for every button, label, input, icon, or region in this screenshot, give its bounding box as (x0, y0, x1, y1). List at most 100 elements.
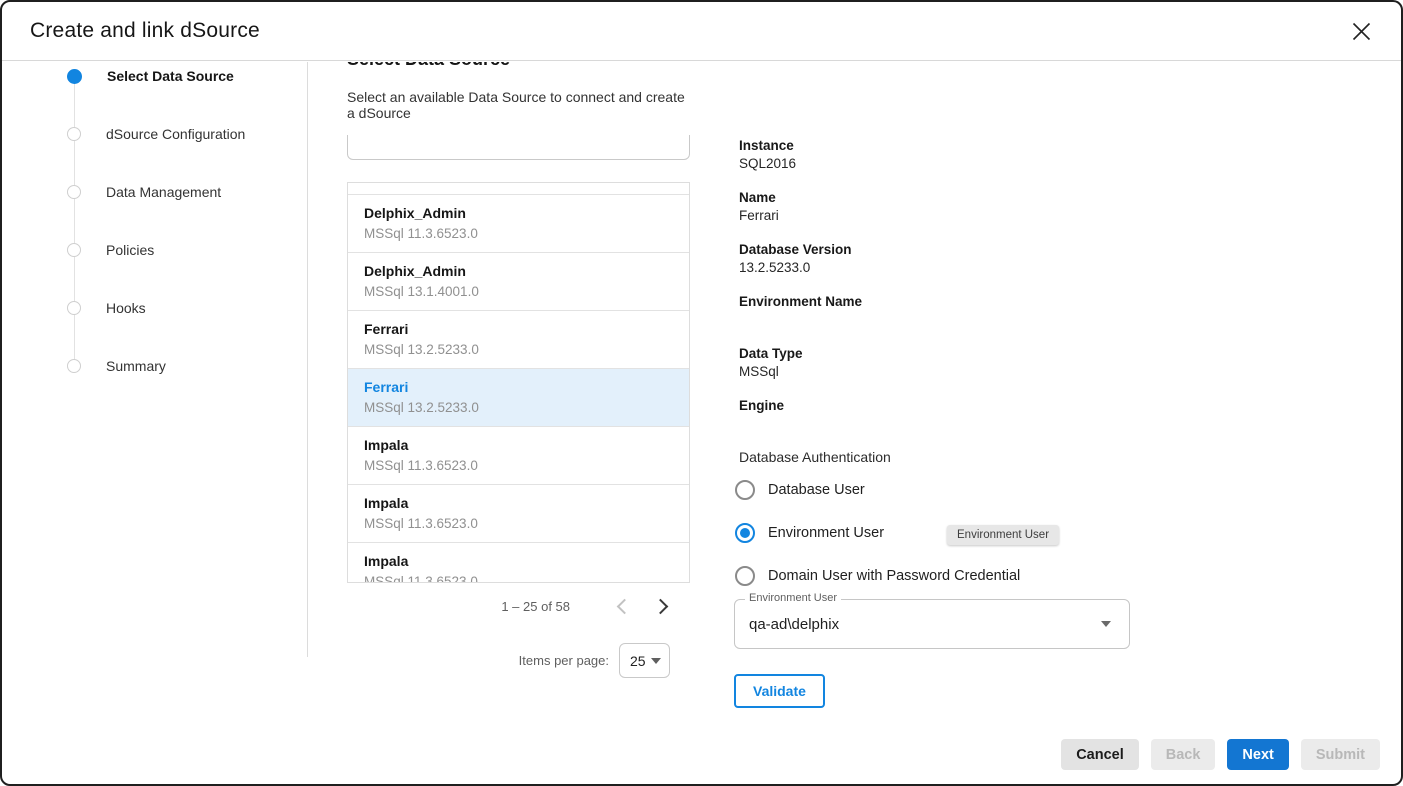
dropdown-caret-icon (651, 658, 661, 664)
data-source-list-item[interactable]: Delphix_Admin MSSql 13.1.4001.0 (348, 253, 689, 311)
detail-field: Engine (734, 397, 1130, 432)
radio-button-icon (735, 523, 755, 543)
data-source-name: Delphix_Admin (364, 262, 673, 281)
auth-radio-option[interactable]: Environment User (734, 523, 1130, 543)
detail-field: Data Type MSSql (734, 345, 1130, 380)
stepper-step[interactable]: Hooks (67, 300, 146, 316)
wizard-stepper: Select Data Source dSource Configuration… (2, 62, 308, 657)
page-range-label: 1 – 25 of 58 (501, 599, 570, 614)
create-dsource-dialog: Create and link dSource Select Data Sour… (0, 0, 1403, 786)
data-source-version: MSSql 13.2.5233.0 (364, 399, 673, 417)
dialog-header: Create and link dSource (2, 2, 1401, 61)
detail-field: Environment Name (734, 293, 1130, 328)
stepper-step[interactable]: Policies (67, 242, 154, 258)
step-label: Data Management (106, 184, 221, 200)
environment-user-select-label: Environment User (745, 592, 841, 604)
data-source-name: Impala (364, 436, 673, 455)
items-per-page-row: Items per page: 25 (347, 643, 690, 678)
auth-radio-option[interactable]: Domain User with Password Credential (734, 566, 1130, 586)
radio-button-icon (735, 566, 755, 586)
data-source-name: Delphix_Admin (364, 204, 673, 223)
detail-field: Name Ferrari (734, 189, 1130, 224)
step-circle-icon (67, 185, 81, 199)
step-label: dSource Configuration (106, 126, 245, 142)
step-circle-icon (67, 359, 81, 373)
step-circle-icon (67, 301, 81, 315)
data-source-list[interactable]: Delphix_Admin MSSql 11.3.6523.0 Delphix_… (347, 182, 690, 583)
detail-field-value: MSSql (739, 363, 1130, 380)
stepper-connector-line (74, 76, 75, 367)
environment-user-select[interactable]: Environment User qa-ad\delphix (734, 599, 1130, 649)
next-button[interactable]: Next (1227, 739, 1288, 770)
step-label: Select Data Source (107, 68, 234, 84)
data-source-version: MSSql 13.1.4001.0 (364, 283, 673, 301)
search-input[interactable] (348, 135, 689, 159)
validate-button[interactable]: Validate (734, 674, 825, 708)
step-circle-icon (67, 69, 82, 84)
step-label: Summary (106, 358, 166, 374)
close-icon[interactable] (1349, 19, 1373, 43)
source-details-panel: Instance SQL2016 Name Ferrari Database V… (734, 137, 1130, 586)
stepper-step[interactable]: dSource Configuration (67, 126, 245, 142)
data-source-list-item[interactable]: Delphix_Admin MSSql 11.3.6523.0 (348, 195, 689, 253)
detail-field-label: Environment Name (739, 293, 1130, 310)
database-authentication-label: Database Authentication (734, 449, 1130, 466)
data-source-name: Impala (364, 552, 673, 571)
detail-field-label: Instance (739, 137, 1130, 154)
stepper-step[interactable]: Data Management (67, 184, 221, 200)
search-clip (347, 135, 690, 161)
step-circle-icon (67, 243, 81, 257)
next-page-icon[interactable] (648, 595, 672, 617)
environment-user-select-value: qa-ad\delphix (749, 616, 839, 633)
auth-radio-label: Environment User (768, 525, 884, 541)
search-field[interactable] (347, 135, 690, 160)
detail-field-label: Database Version (739, 241, 1130, 258)
submit-button[interactable]: Submit (1301, 739, 1380, 770)
dropdown-caret-icon (1101, 621, 1111, 627)
data-source-version: MSSql 11.3.6523.0 (364, 515, 673, 533)
panel-heading-clip: Select Data Source (347, 62, 690, 70)
data-source-name: Ferrari (364, 378, 673, 397)
step-circle-icon (67, 127, 81, 141)
previous-page-icon[interactable] (612, 595, 636, 617)
panel-heading: Select Data Source (347, 62, 690, 70)
stepper-step[interactable]: Summary (67, 358, 166, 374)
data-source-list-item[interactable]: Ferrari MSSql 13.2.5233.0 (348, 369, 689, 427)
auth-radio-label: Database User (768, 482, 865, 498)
cancel-button[interactable]: Cancel (1061, 739, 1139, 770)
data-source-list-item[interactable]: Impala MSSql 11.3.6523.0 (348, 485, 689, 543)
auth-radio-option[interactable]: Database User (734, 480, 1130, 500)
data-source-version: MSSql 11.3.6523.0 (364, 225, 673, 243)
detail-field-value: 13.2.5233.0 (739, 259, 1130, 276)
data-source-list-item[interactable]: Impala MSSql 11.3.6523.0 (348, 427, 689, 485)
data-source-list-item[interactable]: Impala MSSql 11.3.6523.0 (348, 543, 689, 583)
environment-user-tooltip: Environment User (947, 525, 1059, 545)
detail-field-label: Data Type (739, 345, 1130, 362)
items-per-page-select[interactable]: 25 (619, 643, 670, 678)
auth-radio-label: Domain User with Password Credential (768, 568, 1020, 584)
data-source-version: MSSql 11.3.6523.0 (364, 457, 673, 475)
detail-field: Instance SQL2016 (734, 137, 1130, 172)
detail-field-value (739, 311, 1130, 328)
radio-button-icon (735, 480, 755, 500)
dialog-body: Select Data Source dSource Configuration… (2, 62, 1401, 784)
data-source-name: Impala (364, 494, 673, 513)
detail-field-value: Ferrari (739, 207, 1130, 224)
dialog-title: Create and link dSource (30, 19, 260, 43)
detail-field-label: Name (739, 189, 1130, 206)
authentication-radio-group: Database User Environment User Domain Us… (734, 480, 1130, 586)
data-source-version: MSSql 11.3.6523.0 (364, 573, 673, 583)
clipped-list-row (348, 183, 689, 195)
step-label: Hooks (106, 300, 146, 316)
dialog-footer: Cancel Back Next Submit (1061, 739, 1380, 770)
detail-field-value: SQL2016 (739, 155, 1130, 172)
items-per-page-value: 25 (630, 653, 646, 669)
paginator: 1 – 25 of 58 (347, 595, 690, 617)
data-source-version: MSSql 13.2.5233.0 (364, 341, 673, 359)
data-source-name: Ferrari (364, 320, 673, 339)
data-source-list-item[interactable]: Ferrari MSSql 13.2.5233.0 (348, 311, 689, 369)
detail-field-value (739, 415, 1130, 432)
back-button[interactable]: Back (1151, 739, 1216, 770)
panel-subtitle: Select an available Data Source to conne… (347, 89, 690, 121)
stepper-step[interactable]: Select Data Source (67, 68, 234, 84)
